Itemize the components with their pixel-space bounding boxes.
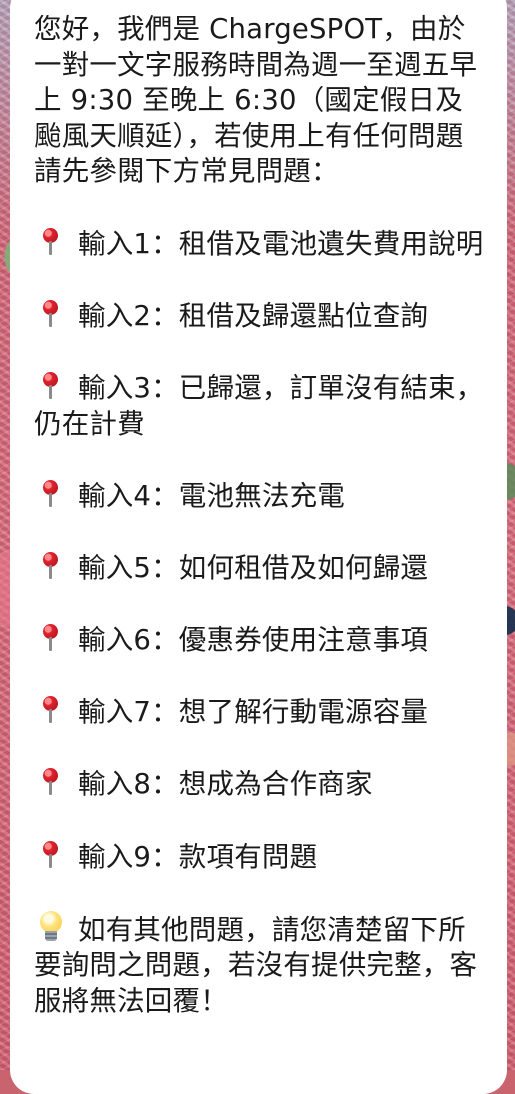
faq-item-6: 輸入6：優惠券使用注意事項 — [34, 622, 487, 659]
faq-item-3: 輸入3：已歸還，訂單沒有結束，仍在計費 — [34, 370, 487, 442]
faq-item-8: 輸入8：想成為合作商家 — [34, 766, 487, 803]
message-text: 您好，我們是 ChargeSPOT，由於一對一文字服務時間為週一至週五早上 9:… — [34, 12, 487, 1020]
pushpin-icon — [40, 839, 66, 869]
faq-item-4: 輸入4：電池無法充電 — [34, 478, 487, 515]
faq-item-text: 輸入9：款項有問題 — [78, 840, 318, 873]
pushpin-icon — [40, 478, 66, 508]
faq-item-7: 輸入7：想了解行動電源容量 — [34, 694, 487, 731]
faq-item-1: 輸入1：租借及電池遺失費用說明 — [34, 226, 487, 263]
closing-note: 如有其他問題，請您清楚留下所要詢問之問題，若沒有提供完整，客服將無法回覆！ — [34, 910, 487, 1020]
intro-text: 您好，我們是 ChargeSPOT，由於一對一文字服務時間為週一至週五早上 9:… — [34, 13, 478, 188]
faq-item-text: 輸入6：優惠券使用注意事項 — [78, 624, 429, 657]
faq-item-text: 輸入8：想成為合作商家 — [78, 768, 373, 801]
pushpin-icon — [40, 550, 66, 580]
faq-item-text: 輸入4：電池無法充電 — [78, 479, 345, 512]
faq-item-2: 輸入2：租借及歸還點位查詢 — [34, 298, 487, 335]
closing-text: 如有其他問題，請您清楚留下所要詢問之問題，若沒有提供完整，客服將無法回覆！ — [34, 913, 478, 1018]
pushpin-icon — [40, 622, 66, 652]
pushpin-icon — [40, 694, 66, 724]
pushpin-icon — [40, 298, 66, 328]
faq-item-5: 輸入5：如何租借及如何歸還 — [34, 550, 487, 587]
faq-item-text: 輸入2：租借及歸還點位查詢 — [78, 299, 429, 332]
faq-item-9: 輸入9：款項有問題 — [34, 839, 487, 876]
pushpin-icon — [40, 226, 66, 256]
lightbulb-icon — [38, 910, 64, 945]
pushpin-icon — [40, 766, 66, 796]
faq-item-text: 輸入3：已歸還，訂單沒有結束，仍在計費 — [34, 371, 484, 440]
faq-item-text: 輸入5：如何租借及如何歸還 — [78, 551, 429, 584]
faq-item-text: 輸入1：租借及電池遺失費用說明 — [78, 227, 484, 260]
faq-item-text: 輸入7：想了解行動電源容量 — [78, 696, 429, 729]
pushpin-icon — [40, 370, 66, 400]
message-bubble[interactable]: 您好，我們是 ChargeSPOT，由於一對一文字服務時間為週一至週五早上 9:… — [10, 0, 507, 1094]
